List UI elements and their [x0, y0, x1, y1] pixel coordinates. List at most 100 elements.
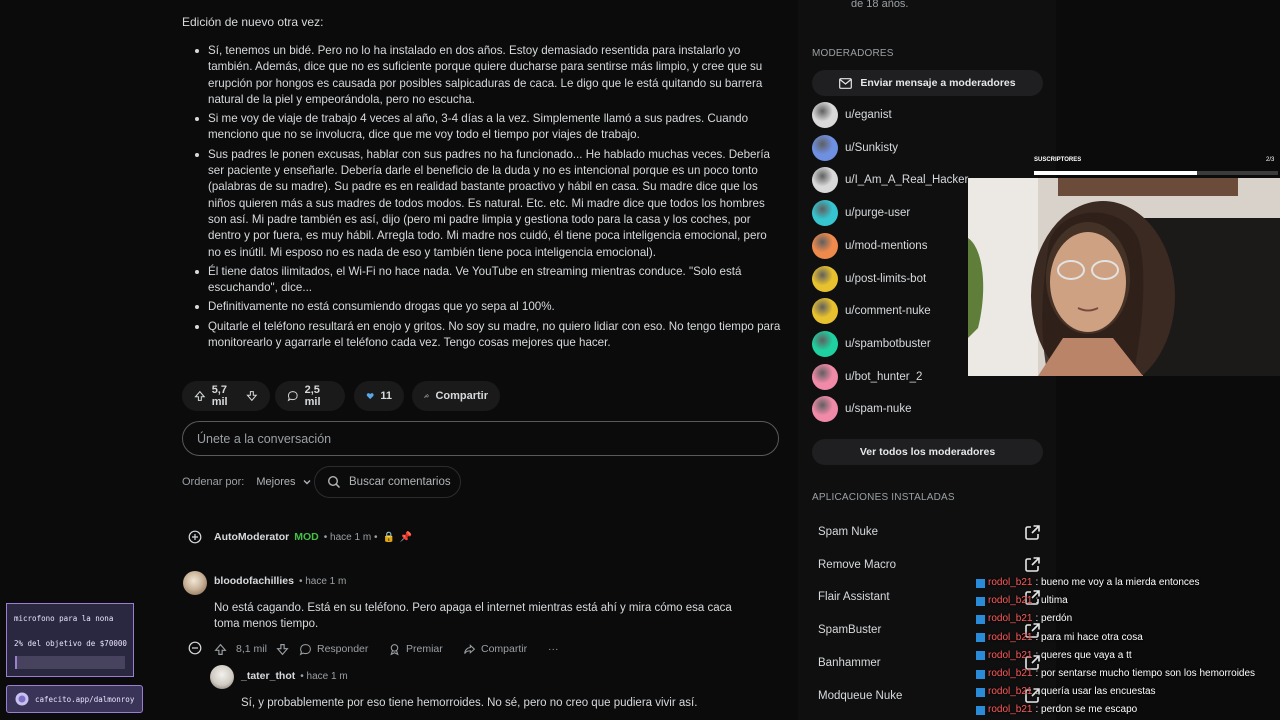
sort-value: Mejores: [256, 476, 296, 488]
moderator-item[interactable]: u/spam-nuke: [812, 396, 911, 423]
comments-button[interactable]: 2,5 mil: [275, 381, 345, 411]
moderator-item[interactable]: u/bot_hunter_2: [812, 363, 923, 390]
chat-text: : bueno me voy a la mierda entonces: [1035, 577, 1200, 588]
upvote-icon[interactable]: [214, 643, 227, 656]
chat-username: rodol_b21: [988, 686, 1033, 698]
post-edit-heading: Edición de nuevo otra vez:: [182, 15, 324, 29]
share-button[interactable]: Compartir: [412, 381, 500, 411]
chat-message: rodol_b21: perdón: [976, 612, 1072, 626]
award-label: Premiar: [406, 643, 443, 655]
award-heart-icon: [366, 393, 374, 400]
comment-time: • hace 1 m •: [323, 531, 378, 543]
post-bullet: Él tiene datos ilimitados, el Wi-Fi no h…: [192, 264, 782, 297]
more-options-icon: ···: [548, 643, 559, 655]
award-button[interactable]: 11: [354, 381, 404, 411]
post-bullet: Sí, tenemos un bidé. Pero no lo ha insta…: [192, 43, 782, 108]
chat-text: : quería usar las encuestas: [1035, 686, 1156, 698]
collapse-thread-icon[interactable]: [188, 641, 202, 655]
chat-username: rodol_b21: [988, 704, 1033, 716]
external-link-icon[interactable]: [1025, 557, 1040, 572]
message-mods-label: Enviar mensaje a moderadores: [860, 77, 1016, 89]
chat-message: rodol_b21: por sentarse mucho tiempo son…: [976, 667, 1255, 681]
moderator-item[interactable]: u/Sunkisty: [812, 134, 899, 161]
moderator-name: u/purge-user: [845, 207, 911, 220]
chat-text: : queres que vaya a tt: [1035, 649, 1132, 661]
message-mods-button[interactable]: Enviar mensaje a moderadores: [812, 70, 1043, 96]
moderator-item[interactable]: u/post-limits-bot: [812, 265, 926, 292]
chat-message: rodol_b21: queres que vaya a tt: [976, 649, 1132, 663]
join-placeholder: Únete a la conversación: [197, 431, 332, 446]
external-link-icon[interactable]: [1025, 524, 1040, 540]
award-comment-button[interactable]: Premiar: [388, 640, 443, 658]
subs-count: 2/3: [1266, 157, 1275, 163]
app-name: Flair Assistant: [818, 591, 890, 604]
downvote-icon[interactable]: [276, 643, 289, 656]
avatar[interactable]: [183, 571, 207, 595]
installed-app-item[interactable]: Remove Macro: [818, 555, 1040, 575]
avatar[interactable]: [210, 665, 234, 689]
chat-username: rodol_b21: [988, 668, 1033, 679]
reply-button[interactable]: Responder: [299, 640, 368, 658]
app-name: Remove Macro: [818, 558, 896, 571]
chat-badge-icon: [976, 633, 985, 643]
search-comments-input[interactable]: Buscar comentarios: [314, 466, 461, 498]
comment-header: _tater_thot • hace 1 m: [241, 670, 348, 682]
chat-badge-icon: [976, 578, 985, 588]
see-all-mods-button[interactable]: Ver todos los moderadores: [812, 439, 1043, 465]
app-name: Spam Nuke: [818, 526, 879, 538]
pin-icon: 📌: [399, 531, 413, 543]
cafecito-link[interactable]: cafecito.app/dalmonroy: [6, 685, 143, 713]
chat-text: : ultima: [1035, 595, 1068, 607]
chat-badge-icon: [976, 687, 985, 697]
award-count: 11: [380, 390, 392, 402]
comment-author[interactable]: _tater_thot: [241, 670, 295, 682]
moderator-item[interactable]: u/mod-mentions: [812, 232, 928, 259]
moderator-avatar: [812, 134, 838, 161]
chat-badge-icon: [976, 669, 985, 679]
moderator-item[interactable]: u/spambotbuster: [812, 330, 931, 357]
comment-author[interactable]: bloodofachillies: [214, 575, 294, 587]
moderator-name: u/comment-nuke: [845, 305, 931, 318]
subs-progress-bar: [1034, 171, 1278, 175]
moderator-item[interactable]: u/purge-user: [812, 200, 911, 227]
subs-progress-fill: [1034, 171, 1198, 175]
moderator-avatar: [812, 167, 838, 194]
chat-message: rodol_b21: bueno me voy a la mierda ento…: [976, 576, 1199, 590]
join-conversation-input[interactable]: Únete a la conversación: [182, 421, 779, 456]
vote-control: 5,7 mil: [182, 381, 270, 411]
chat-text: : para mi hace otra cosa: [1035, 631, 1143, 643]
moderator-name: u/spambotbuster: [845, 337, 931, 350]
moderator-item[interactable]: u/I_Am_A_Real_Hacker: [812, 167, 968, 194]
mail-icon: [839, 77, 853, 89]
chat-badge-icon: [976, 596, 985, 606]
moderator-name: u/Sunkisty: [845, 141, 899, 154]
chat-username: rodol_b21: [988, 649, 1033, 661]
chat-text: : perdon se me escapo: [1035, 704, 1138, 716]
sort-dropdown[interactable]: Mejores: [256, 476, 311, 488]
chat-message: rodol_b21: perdon se me escapo: [976, 703, 1137, 717]
streamer-webcam-image: [968, 178, 1280, 376]
moderator-avatar: [812, 232, 838, 259]
downvote-icon[interactable]: [246, 389, 258, 403]
upvote-icon[interactable]: [194, 389, 206, 403]
comment-author[interactable]: AutoModerator: [214, 531, 289, 543]
automod-comment-header: AutoModerator MOD • hace 1 m • 🔒 📌: [214, 531, 412, 543]
comment-time: • hace 1 m: [300, 670, 348, 682]
installed-app-item[interactable]: Spam Nuke: [818, 522, 1040, 542]
share-comment-button[interactable]: Compartir: [463, 640, 527, 658]
chat-badge-icon: [976, 614, 985, 624]
moderator-name: u/eganist: [845, 109, 892, 121]
more-options-button[interactable]: ···: [548, 640, 559, 658]
moderator-item[interactable]: u/eganist: [812, 102, 892, 128]
comment-vote-control: 8,1 mil: [214, 640, 289, 658]
reply-label: Responder: [317, 643, 369, 655]
moderator-item[interactable]: u/comment-nuke: [812, 298, 931, 325]
share-label: Compartir: [481, 643, 528, 655]
moderator-avatar: [812, 265, 838, 292]
moderator-name: u/bot_hunter_2: [845, 370, 923, 383]
chat-text: : perdón: [1035, 613, 1073, 625]
moderator-name: u/mod-mentions: [845, 239, 928, 252]
chevron-down-icon: [303, 480, 310, 485]
expand-thread-icon[interactable]: [188, 530, 202, 544]
moderator-avatar: [812, 102, 838, 128]
